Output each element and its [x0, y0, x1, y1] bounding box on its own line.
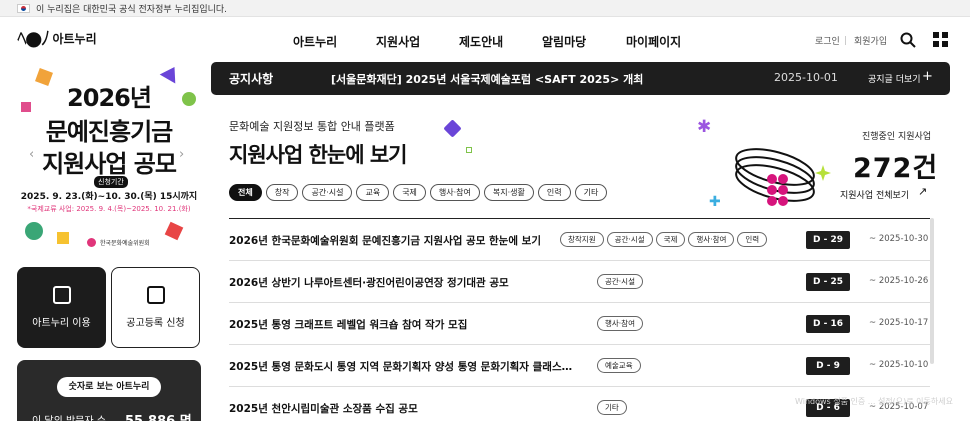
promo-banner[interactable]: 2026년 문예진흥기금 지원사업 공모 ‹ › 신청기간 2025. 9. 2… — [17, 62, 201, 255]
dday-badge: D - 29 — [806, 231, 850, 249]
due-date: ~ 2025-10-10 — [869, 360, 929, 370]
decor-shape — [164, 221, 184, 241]
list-item-tag: 공간·시설 — [597, 274, 643, 289]
logo-text: 아트누리 — [52, 31, 97, 46]
site-header: ﾍ●ﾉ 아트누리 아트누리 지원사업 제도안내 알림마당 마이페이지 로그인 회… — [0, 17, 970, 62]
gov-banner-text: 이 누리집은 대한민국 공식 전자정부 누리집입니다. — [36, 4, 228, 15]
list-item-title[interactable]: 2026년 한국문화예술위원회 문예진흥기금 지원사업 공모 한눈에 보기 — [229, 233, 575, 248]
filter-all[interactable]: 전체 — [229, 184, 262, 201]
intro-subtitle: 문화예술 지원정보 통합 안내 플랫폼 — [229, 120, 395, 133]
promo-period-tag: 신청기간 — [94, 176, 128, 188]
filter-creation[interactable]: 창작 — [265, 184, 299, 201]
artnuri-use-button[interactable]: 아트누리 이용 — [17, 267, 106, 348]
nav-notice[interactable]: 알림마당 — [542, 33, 586, 50]
list-item-tag: 예술교육 — [597, 358, 641, 373]
filter-international[interactable]: 국제 — [393, 184, 426, 201]
list-item-title[interactable]: 2026년 상반기 나루아트센터·광진어린이공연장 정기대관 공모 — [229, 275, 575, 290]
promo-org: 한국문화예술위원회 — [100, 240, 150, 247]
dday-badge: D - 25 — [806, 273, 850, 291]
decor-rings-icon — [735, 148, 831, 206]
list-item[interactable]: 2026년 상반기 나루아트센터·광진어린이공연장 정기대관 공모 공간·시설 … — [229, 261, 930, 303]
nav-policy[interactable]: 제도안내 — [459, 33, 503, 50]
list-item-tag: 행사·참여 — [688, 232, 735, 247]
promo-line3: 지원사업 공모 — [42, 150, 177, 178]
dday-badge: D - 16 — [806, 315, 850, 333]
nav-mypage[interactable]: 마이페이지 — [626, 33, 681, 50]
signup-link[interactable]: 회원가입 — [854, 34, 887, 47]
list-item-tag: 국제 — [655, 232, 686, 247]
active-count-value: 272건 — [853, 153, 939, 184]
stats-label: 이 달의 방문자 수 — [32, 412, 106, 421]
list-item[interactable]: 2025년 통영 크래프트 레벨업 워크숍 참여 작가 모집 행사·참여 D -… — [229, 303, 930, 345]
decor-shape — [25, 222, 43, 240]
logo-mark-icon: ﾍ●ﾉ — [17, 26, 50, 50]
search-icon[interactable] — [900, 32, 916, 48]
promo-sub: *국제교류 사업: 2025. 9. 4.(목)~2025. 10. 21.(화… — [27, 205, 191, 213]
notice-title[interactable]: [서울문화재단] 2025년 서울국제예술포럼 <SAFT 2025> 개최 — [331, 71, 643, 87]
notice-date: 2025-10-01 — [774, 71, 838, 84]
due-date: ~ 2025-10-30 — [869, 234, 929, 244]
list-item-tag: 창작지원 — [560, 232, 604, 247]
phone-guide-icon — [52, 286, 71, 304]
util-divider — [845, 36, 846, 45]
nav-support[interactable]: 지원사업 — [376, 33, 420, 50]
site-logo[interactable]: ﾍ●ﾉ 아트누리 — [17, 28, 97, 48]
filter-education[interactable]: 교육 — [356, 184, 390, 201]
list-scrollbar[interactable] — [930, 218, 934, 364]
gov-banner: 이 누리집은 대한민국 공식 전자정부 누리집입니다. — [0, 0, 970, 17]
list-item-title[interactable]: 2025년 통영 크래프트 레벨업 워크숍 참여 작가 모집 — [229, 317, 575, 332]
dday-badge: D - 9 — [806, 357, 850, 375]
filter-personnel[interactable]: 인력 — [537, 184, 571, 201]
stats-value: 55,886 명 — [125, 410, 192, 421]
list-item[interactable]: 2025년 통영 문화도시 통영 지역 문화기획자 양성 통영 문화기획자 클래… — [229, 345, 930, 387]
artnuri-use-label: 아트누리 이용 — [32, 318, 91, 329]
notice-more-link[interactable]: 공지글 더보기 — [868, 72, 921, 85]
list-item-title[interactable]: 2025년 통영 문화도시 통영 지역 문화기획자 양성 통영 문화기획자 클래… — [229, 359, 575, 374]
notice-bar: 공지사항 [서울문화재단] 2025년 서울국제예술포럼 <SAFT 2025>… — [211, 62, 950, 95]
decor-shape — [57, 232, 69, 244]
stats-panel: 숫자로 보는 아트누리 이 달의 방문자 수 55,886 명 — [17, 360, 201, 421]
grid-menu-icon[interactable] — [933, 32, 948, 47]
list-item-tag: 인력 — [737, 232, 768, 247]
filter-etc[interactable]: 기타 — [574, 184, 608, 201]
promo-line1: 2026년 — [67, 84, 152, 112]
nav-artnuri[interactable]: 아트누리 — [293, 33, 337, 50]
carousel-prev-icon[interactable]: ‹ — [29, 147, 34, 162]
clipboard-icon — [146, 286, 165, 304]
stats-pill: 숫자로 보는 아트누리 — [57, 377, 161, 397]
register-notice-label: 공고등록 신청 — [126, 318, 185, 329]
activation-watermark: Windows 정품 인증 ... 설정(으)로 이동하세요 — [795, 397, 953, 406]
intro-title: 지원사업 한눈에 보기 — [229, 143, 408, 167]
view-all-link[interactable]: 지원사업 전체보기 — [840, 188, 909, 201]
list-item[interactable]: 2026년 한국문화예술위원회 문예진흥기금 지원사업 공모 한눈에 보기 창작… — [229, 219, 930, 261]
due-date: ~ 2025-10-26 — [869, 276, 929, 286]
category-filters: 전체 창작 공간·시설 교육 국제 행사·참여 복지·생활 인력 기타 — [229, 184, 608, 201]
plus-icon[interactable]: + — [922, 69, 933, 84]
org-logo-icon — [87, 238, 96, 247]
decor-star-icon — [443, 119, 462, 138]
filter-space[interactable]: 공간·시설 — [302, 184, 353, 201]
filter-event[interactable]: 행사·참여 — [429, 184, 480, 201]
decor-sparkle-icon: ✚ — [709, 194, 721, 210]
active-count-label: 진행중인 지원사업 — [862, 132, 932, 142]
promo-date: 2025. 9. 23.(화)~10. 30.(목) 15시까지 — [20, 192, 198, 202]
promo-line2: 문예진흥기금 — [45, 118, 173, 146]
decor-square-icon — [466, 147, 472, 153]
filter-welfare[interactable]: 복지·생활 — [483, 184, 534, 201]
list-item-tag: 행사·참여 — [597, 316, 643, 331]
decor-asterisk-icon: ✱ — [697, 117, 712, 137]
list-item-tag: 기타 — [597, 400, 627, 415]
korea-flag-icon — [17, 3, 30, 13]
arrow-up-right-icon[interactable]: ↗ — [918, 185, 927, 198]
list-item-tag: 공간·시설 — [606, 232, 653, 247]
register-notice-button[interactable]: 공고등록 신청 — [111, 267, 200, 348]
support-list: 2026년 한국문화예술위원회 문예진흥기금 지원사업 공모 한눈에 보기 창작… — [229, 218, 930, 421]
due-date: ~ 2025-10-17 — [869, 318, 929, 328]
notice-label: 공지사항 — [229, 72, 274, 86]
login-link[interactable]: 로그인 — [815, 34, 840, 47]
carousel-next-icon[interactable]: › — [179, 147, 184, 162]
list-item-title[interactable]: 2025년 천안시립미술관 소장품 수집 공모 — [229, 401, 575, 416]
